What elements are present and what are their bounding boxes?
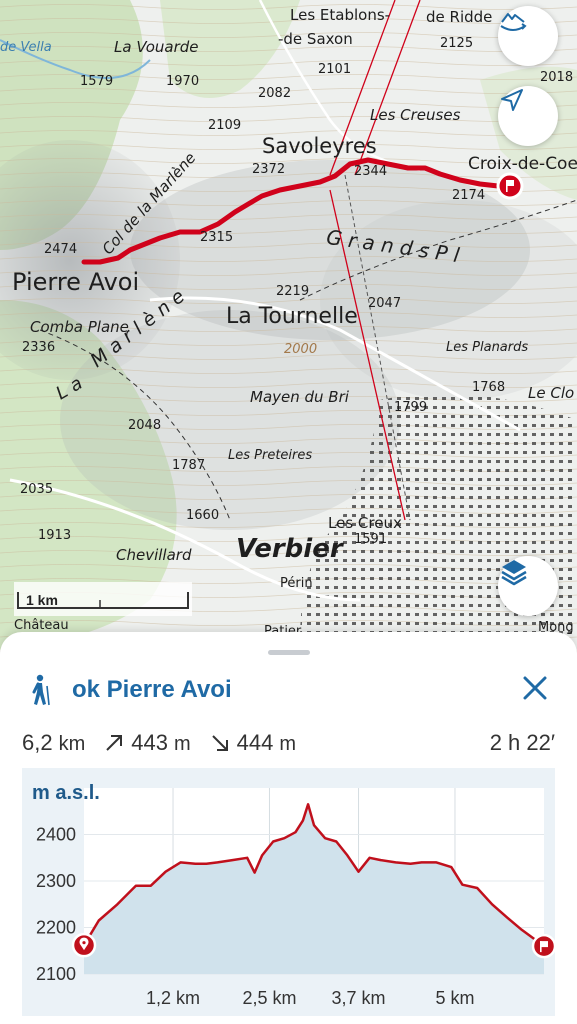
y-tick-label: 2100: [36, 964, 76, 984]
x-tick-label: 5 km: [435, 988, 474, 1008]
rotate-3d-icon: [500, 13, 527, 31]
map-label: La Tournelle: [226, 304, 358, 329]
map-label: 1787: [172, 458, 206, 473]
map-label: Les Planards: [446, 340, 529, 355]
x-tick-label: 3,7 km: [332, 988, 386, 1008]
map-label: Les Etablons-: [290, 6, 391, 24]
map-label: Pierre Avoi: [12, 268, 140, 296]
map-label: Verbier: [236, 534, 343, 564]
map-label: 1913: [38, 528, 72, 543]
map-label: Château: [14, 618, 69, 633]
map-label: 2000: [284, 342, 318, 357]
layers-button[interactable]: [498, 556, 558, 616]
ascent-arrow-icon: [106, 735, 123, 751]
ascent-unit: m: [173, 733, 191, 755]
close-button[interactable]: [515, 668, 555, 708]
pin-dot: [82, 941, 86, 945]
map-label: 1591: [354, 532, 388, 547]
map-label: 2101: [318, 62, 352, 77]
map-label: Le Clo: [528, 384, 575, 402]
map-label: -de Saxon: [278, 30, 353, 48]
map-label: 1970: [166, 74, 200, 89]
map-label: de Vella: [0, 40, 52, 55]
map-label: 2047: [368, 296, 402, 311]
map-label: 2035: [20, 482, 54, 497]
map-label: 2082: [258, 86, 292, 101]
map-label: 2125: [440, 36, 474, 51]
map-label: Les Creuses: [370, 106, 461, 124]
x-tick-label: 1,2 km: [146, 988, 200, 1008]
map-label: 1799: [394, 400, 428, 415]
map-label: 2344: [354, 164, 388, 179]
map-label: 2315: [200, 230, 234, 245]
map-scale-bar: 1 km: [14, 582, 192, 616]
ascent-value: 443: [131, 730, 168, 755]
x-tick-label: 2,5 km: [242, 988, 296, 1008]
map-label: Les Creux: [328, 514, 402, 532]
map-label: de Ridde: [426, 8, 493, 26]
locate-button[interactable]: [498, 86, 558, 146]
map-label: Les Preteires: [228, 448, 313, 463]
map-label: 2048: [128, 418, 162, 433]
descent-value: 444: [236, 730, 274, 755]
map-label: 2018: [540, 70, 574, 85]
map-label: Périn: [280, 576, 313, 591]
chart-y-axis-title: m a.s.l.: [32, 782, 100, 804]
scale-label: 1 km: [26, 592, 58, 608]
map-label: 2109: [208, 118, 242, 133]
flag-pole: [540, 941, 542, 953]
rotate-3d-button[interactable]: [498, 6, 558, 66]
map-label: La Vouarde: [114, 38, 199, 56]
map-label: 2372: [252, 162, 286, 177]
map-label: Croix-de-Coe: [468, 154, 577, 174]
map-label: 1579: [80, 74, 114, 89]
topographic-map[interactable]: Les Etablons- de Ridde -de Saxon 2125 de…: [0, 0, 577, 660]
close-icon: [523, 676, 547, 700]
map-label: Savoleyres: [262, 134, 377, 158]
distance-value: 6,2: [22, 730, 53, 755]
descent-arrow-icon: [211, 735, 228, 751]
route-title: ok Pierre Avoi: [72, 676, 232, 703]
map-label: 2174: [452, 188, 486, 203]
map-label: Chevillard: [116, 546, 192, 564]
map-label: 2474: [44, 242, 78, 257]
route-details-sheet[interactable]: ok Pierre Avoi 6,2 km 443 m 444 m 2 h 22…: [0, 632, 577, 1024]
sheet-drag-handle[interactable]: [268, 650, 310, 655]
navigation-arrow-icon: [501, 89, 523, 111]
route-stats: 6,2 km 443 m 444 m: [22, 730, 296, 756]
map-label: 1768: [472, 380, 506, 395]
map-label: 2336: [22, 340, 56, 355]
layers-icon: [501, 560, 527, 586]
elevation-profile-svg: 2100 2200 2300 2400 1,2 km 2,5 km 3,7 km 5 km: [36, 788, 557, 1008]
elevation-profile-chart[interactable]: m a.s.l. 2100 2200 2300 2400 1,2 km 2,5 km 3,7…: [22, 768, 557, 1016]
map-label: 2219: [276, 284, 310, 299]
map-label: 1660: [186, 508, 220, 523]
duration-value: 2 h 22′: [489, 730, 555, 755]
map-label: Comba Plane: [30, 318, 129, 336]
distance-unit: km: [58, 733, 86, 755]
descent-unit: m: [279, 733, 297, 755]
hiker-icon: [32, 674, 50, 706]
y-tick-label: 2300: [36, 871, 76, 891]
map-label: Mayen du Bri: [250, 388, 349, 406]
y-tick-label: 2200: [36, 918, 76, 938]
y-tick-label: 2400: [36, 825, 76, 845]
